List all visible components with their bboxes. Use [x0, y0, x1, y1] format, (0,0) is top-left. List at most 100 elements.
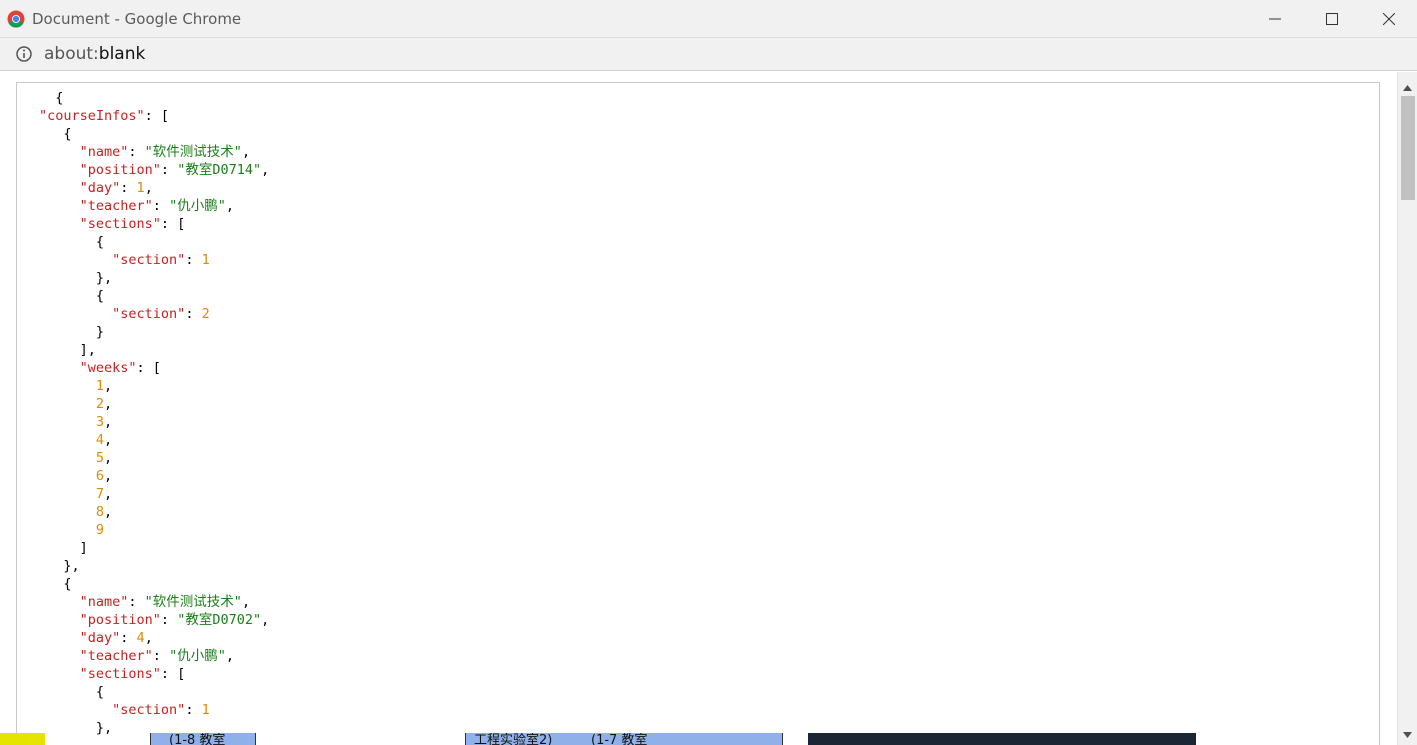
scroll-up-button[interactable] [1398, 76, 1417, 94]
json-token: , [104, 432, 113, 448]
json-token: "教室D0702" [177, 612, 262, 628]
json-token: { [39, 288, 105, 304]
json-line: 2, [39, 395, 269, 413]
json-token: "name" [39, 594, 129, 610]
json-line: } [39, 323, 269, 341]
json-token: : [120, 180, 137, 196]
json-line: ] [39, 539, 269, 557]
json-token: "section" [39, 702, 186, 718]
close-button[interactable] [1360, 0, 1417, 38]
json-token: } [39, 324, 105, 340]
json-token: "sections" [39, 666, 161, 682]
scroll-up-arrow-icon [1403, 76, 1412, 95]
json-line: }, [39, 557, 269, 575]
json-token: : [120, 630, 137, 646]
maximize-button[interactable] [1303, 0, 1360, 38]
json-line: 1, [39, 377, 269, 395]
json-token: , [104, 450, 113, 466]
json-line: "day": 4, [39, 629, 269, 647]
json-line: { [39, 125, 269, 143]
json-line: "section": 1 [39, 251, 269, 269]
url-scheme: about: [44, 44, 99, 64]
json-line: 7, [39, 485, 269, 503]
json-token: : [ [136, 360, 161, 376]
address-bar[interactable]: about:blank [0, 38, 1417, 71]
json-token: "name" [39, 144, 129, 160]
json-token: }, [39, 270, 113, 286]
json-token: , [225, 648, 234, 664]
json-token: "courseInfos" [39, 108, 145, 124]
window-titlebar[interactable]: Document - Google Chrome [0, 0, 1417, 38]
background-cell-text: 工程实验室2) [474, 733, 553, 745]
json-line: "sections": [ [39, 665, 269, 683]
json-token: "软件测试技术" [144, 144, 242, 160]
json-token: : [ [160, 666, 186, 682]
json-token: 8 [39, 504, 105, 520]
json-line: { [39, 233, 269, 251]
json-token: : [185, 702, 202, 718]
json-token: , [241, 594, 251, 610]
json-token: 5 [39, 450, 105, 466]
json-token: , [104, 414, 113, 430]
json-line: "name": "软件测试技术", [39, 593, 269, 611]
json-token: "教室D0714" [177, 162, 262, 178]
json-token: { [39, 126, 72, 142]
json-line: { [39, 575, 269, 593]
json-token: : [152, 198, 170, 214]
scroll-thumb[interactable] [1401, 96, 1415, 200]
minimize-icon [1268, 10, 1281, 29]
json-token: 4 [136, 630, 145, 646]
json-token: { [39, 90, 64, 106]
json-token: , [261, 162, 270, 178]
json-token: , [104, 504, 113, 520]
json-container: {"courseInfos": [ { "name": "软件测试技术", "p… [16, 82, 1380, 745]
window-title: Document - Google Chrome [32, 9, 242, 28]
window-controls [1246, 0, 1417, 38]
json-line: "sections": [ [39, 215, 269, 233]
json-token: 1 [136, 180, 145, 196]
json-line: { [39, 683, 269, 701]
json-token: : [128, 144, 145, 160]
json-token: , [225, 198, 234, 214]
json-line: }, [39, 269, 269, 287]
json-token: , [144, 180, 153, 196]
json-token: "sections" [39, 216, 161, 232]
chrome-logo-icon [7, 10, 25, 28]
json-token: 6 [39, 468, 105, 484]
background-cell-1: (1-8 教室 [150, 733, 256, 745]
json-token: , [241, 144, 251, 160]
background-cell-2: 工程实验室2) (1-7 教室 [465, 733, 783, 745]
json-token: 9 [39, 522, 105, 538]
json-line: "weeks": [ [39, 359, 269, 377]
url-host: blank [98, 44, 146, 64]
minimize-button[interactable] [1246, 0, 1303, 38]
json-token: { [39, 576, 72, 592]
url-text[interactable]: about:blank [44, 44, 145, 64]
json-text: {"courseInfos": [ { "name": "软件测试技术", "p… [39, 89, 269, 737]
json-token: "仇小鹏" [169, 198, 226, 214]
json-line: 3, [39, 413, 269, 431]
json-token: "section" [39, 252, 186, 268]
json-token: 2 [39, 396, 105, 412]
maximize-icon [1325, 10, 1338, 29]
vertical-scrollbar[interactable] [1397, 72, 1417, 745]
json-line: 9 [39, 521, 269, 539]
json-token: , [104, 486, 113, 502]
json-token: { [39, 234, 105, 250]
json-token: { [39, 684, 105, 700]
info-icon[interactable] [15, 45, 33, 63]
json-token: 1 [201, 702, 210, 718]
json-token: ], [39, 342, 96, 358]
json-line: "section": 1 [39, 701, 269, 719]
json-token: 2 [201, 306, 210, 322]
page-viewport: {"courseInfos": [ { "name": "软件测试技术", "p… [0, 72, 1417, 745]
json-line: 8, [39, 503, 269, 521]
json-line: "name": "软件测试技术", [39, 143, 269, 161]
json-token: "teacher" [39, 198, 153, 214]
json-token: 3 [39, 414, 105, 430]
json-token: : [152, 648, 170, 664]
json-token: 4 [39, 432, 105, 448]
json-token: 1 [201, 252, 210, 268]
json-token: "weeks" [39, 360, 137, 376]
close-icon [1382, 10, 1395, 29]
